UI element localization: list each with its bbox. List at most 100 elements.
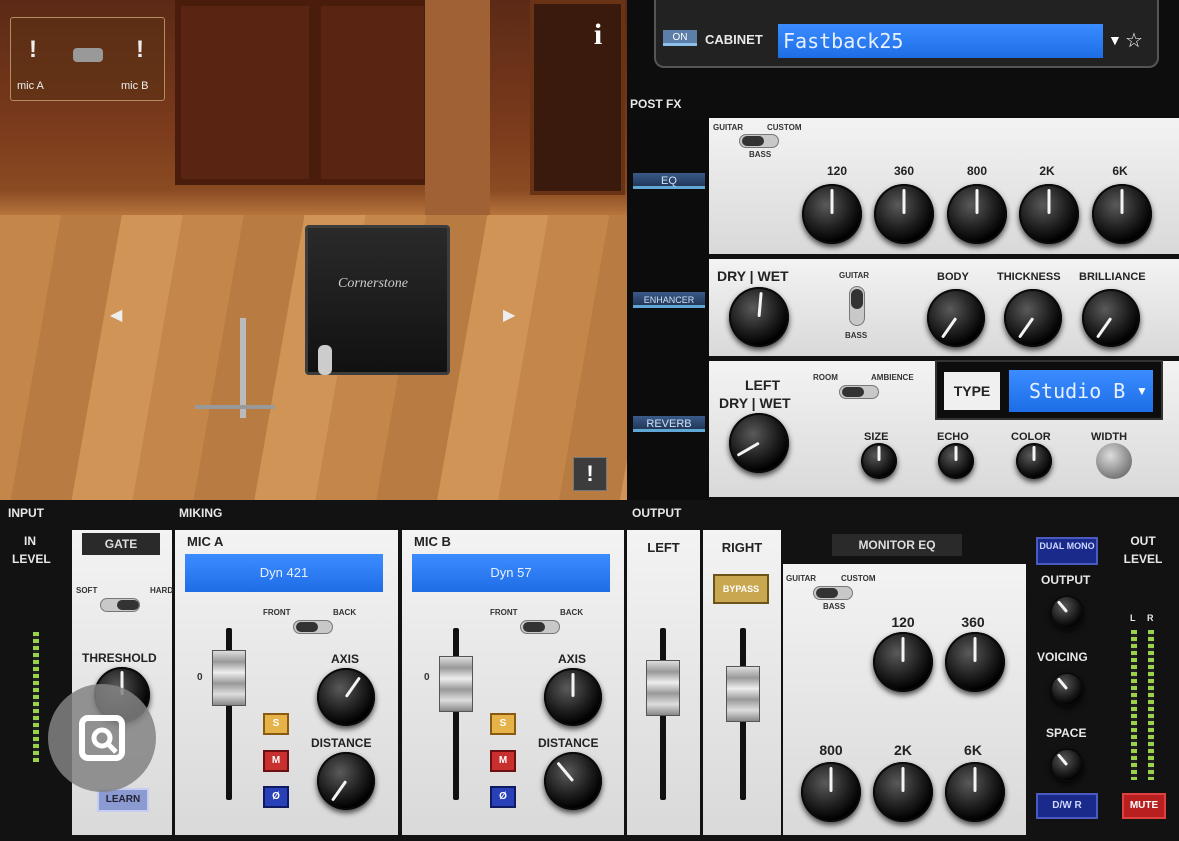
mic-a-phase-button[interactable]: Ø: [263, 786, 289, 808]
monitor-eq-band-label: 2K: [894, 742, 912, 758]
cabinet-brand-logo: Cornerstone: [338, 276, 408, 291]
eq-360-knob[interactable]: [874, 184, 934, 244]
eq-band-label: 360: [893, 164, 915, 178]
door-right: [315, 0, 430, 185]
camera-search-icon: [79, 715, 125, 761]
reverb-type-select[interactable]: Studio B: [1009, 370, 1153, 412]
enhancer-brilliance-knob[interactable]: [1082, 289, 1140, 347]
post-fx-header: POST FX: [630, 97, 682, 111]
gate-button[interactable]: GATE: [82, 533, 160, 555]
in-level-label: IN LEVEL: [12, 534, 51, 566]
monitor-eq-2k-knob[interactable]: [873, 762, 933, 822]
reverb-size-knob[interactable]: [861, 443, 897, 479]
mic-a-mute-button[interactable]: M: [263, 750, 289, 772]
mic-a-position-switch[interactable]: [293, 620, 333, 634]
mic-a-icon[interactable]: !: [29, 36, 37, 64]
enhancer-dry-wet-knob[interactable]: [729, 287, 789, 347]
eq-switch-guitar-label: GUITAR: [713, 123, 744, 132]
mic-b-mute-button[interactable]: M: [490, 750, 516, 772]
eq-120-knob[interactable]: [802, 184, 862, 244]
monitor-eq-360-knob[interactable]: [945, 632, 1005, 692]
mic-a-fader-zero-label: 0: [197, 672, 203, 683]
output-right-fader[interactable]: [726, 666, 760, 722]
reverb-echo-knob[interactable]: [938, 443, 974, 479]
reverb-echo-label: ECHO: [937, 431, 969, 443]
monitor-eq-120-knob[interactable]: [873, 632, 933, 692]
enhancer-panel: DRY | WET GUITAR BASS BODY THICKNESS BRI…: [709, 259, 1179, 356]
output-knob-label: OUTPUT: [1041, 573, 1091, 587]
enhancer-thickness-label: THICKNESS: [997, 271, 1061, 283]
voicing-knob[interactable]: [1050, 672, 1084, 706]
lens-search-button[interactable]: [48, 684, 156, 792]
reverb-dry-wet-knob[interactable]: [729, 413, 789, 473]
mic-b-fader[interactable]: [439, 656, 473, 712]
space-knob[interactable]: [1050, 748, 1084, 782]
tab-reverb[interactable]: REVERB: [633, 416, 705, 432]
mic-b-axis-knob[interactable]: [544, 668, 602, 726]
enhancer-mode-switch[interactable]: [849, 286, 865, 326]
out-level-meter-l: [1131, 630, 1137, 780]
info-icon[interactable]: i: [583, 18, 613, 54]
mic-stand[interactable]: [240, 318, 246, 418]
eq-switch-bass-label: BASS: [749, 150, 772, 159]
output-knob[interactable]: [1050, 595, 1084, 629]
mic-a-model-select[interactable]: Dyn 421: [185, 554, 383, 592]
monitor-eq-mode-switch[interactable]: [813, 586, 853, 600]
mic-b-fader-track: [453, 628, 459, 800]
enhancer-body-knob[interactable]: [927, 289, 985, 347]
eq-band-label: 2K: [1039, 164, 1055, 178]
mic-a-axis-knob[interactable]: [317, 668, 375, 726]
reverb-mode-switch[interactable]: [839, 385, 879, 399]
tab-eq[interactable]: EQ: [633, 173, 705, 189]
mic-b-phase-button[interactable]: Ø: [490, 786, 516, 808]
mic-b-model-select[interactable]: Dyn 57: [412, 554, 610, 592]
reverb-width-label: WIDTH: [1091, 431, 1128, 443]
gate-mode-switch[interactable]: [100, 598, 140, 612]
eq-panel: GUITAR CUSTOM BASS 120 360 800 2K 6K: [709, 118, 1179, 254]
camera-left-arrow-icon[interactable]: ◀: [110, 305, 122, 325]
reverb-color-label: COLOR: [1011, 431, 1051, 443]
reverb-type-dropdown-icon[interactable]: ▼: [1136, 384, 1148, 398]
eq-band-label: 120: [826, 164, 848, 178]
enhancer-thickness-knob[interactable]: [1004, 289, 1062, 347]
bypass-button[interactable]: BYPASS: [713, 574, 769, 604]
camera-right-arrow-icon[interactable]: ▶: [503, 305, 515, 325]
favorite-star-icon[interactable]: ☆: [1125, 28, 1143, 53]
monitor-eq-button[interactable]: MONITOR EQ: [832, 534, 962, 556]
gate-hard-label: HARD: [150, 586, 174, 595]
door-left: [175, 0, 315, 185]
reverb-color-knob[interactable]: [1016, 443, 1052, 479]
mic-a-fader[interactable]: [212, 650, 246, 706]
meter-r-label: R: [1147, 613, 1154, 623]
out-level-label: OUT LEVEL: [1123, 534, 1163, 566]
dual-mono-button[interactable]: DUAL MONO: [1036, 537, 1098, 565]
mic-b-solo-button[interactable]: S: [490, 713, 516, 735]
mic-b-distance-knob[interactable]: [544, 752, 602, 810]
mic-a-solo-button[interactable]: S: [263, 713, 289, 735]
mute-button[interactable]: MUTE: [1122, 793, 1166, 819]
bottom-section: INPUT MIKING OUTPUT IN LEVEL GATE SOFT H…: [0, 500, 1179, 841]
cabinet-select[interactable]: Fastback25: [778, 24, 1103, 58]
mic-b-back-label: BACK: [560, 608, 584, 617]
monitor-eq-800-knob[interactable]: [801, 762, 861, 822]
mic-b-position-switch[interactable]: [520, 620, 560, 634]
tab-enhancer[interactable]: ENHANCER: [633, 292, 705, 308]
reverb-left-label: LEFT: [745, 377, 780, 393]
reverb-width-knob[interactable]: [1096, 443, 1132, 479]
cabinet-dropdown-icon[interactable]: ▼: [1108, 32, 1122, 48]
mic-toggle-icon[interactable]: !: [573, 457, 607, 491]
microphone[interactable]: [318, 345, 332, 375]
in-level-meter: [33, 632, 39, 762]
monitor-eq-6k-knob[interactable]: [945, 762, 1005, 822]
wall-panel: [425, 0, 490, 225]
dw-r-button[interactable]: D/W R: [1036, 793, 1098, 819]
mic-b-icon[interactable]: !: [136, 36, 144, 64]
eq-800-knob[interactable]: [947, 184, 1007, 244]
cabinet-on-button[interactable]: ON: [663, 30, 697, 46]
mic-b-front-label: FRONT: [490, 608, 518, 617]
mic-a-distance-knob[interactable]: [317, 752, 375, 810]
output-left-fader[interactable]: [646, 660, 680, 716]
eq-mode-switch[interactable]: [739, 134, 779, 148]
eq-6k-knob[interactable]: [1092, 184, 1152, 244]
eq-2k-knob[interactable]: [1019, 184, 1079, 244]
